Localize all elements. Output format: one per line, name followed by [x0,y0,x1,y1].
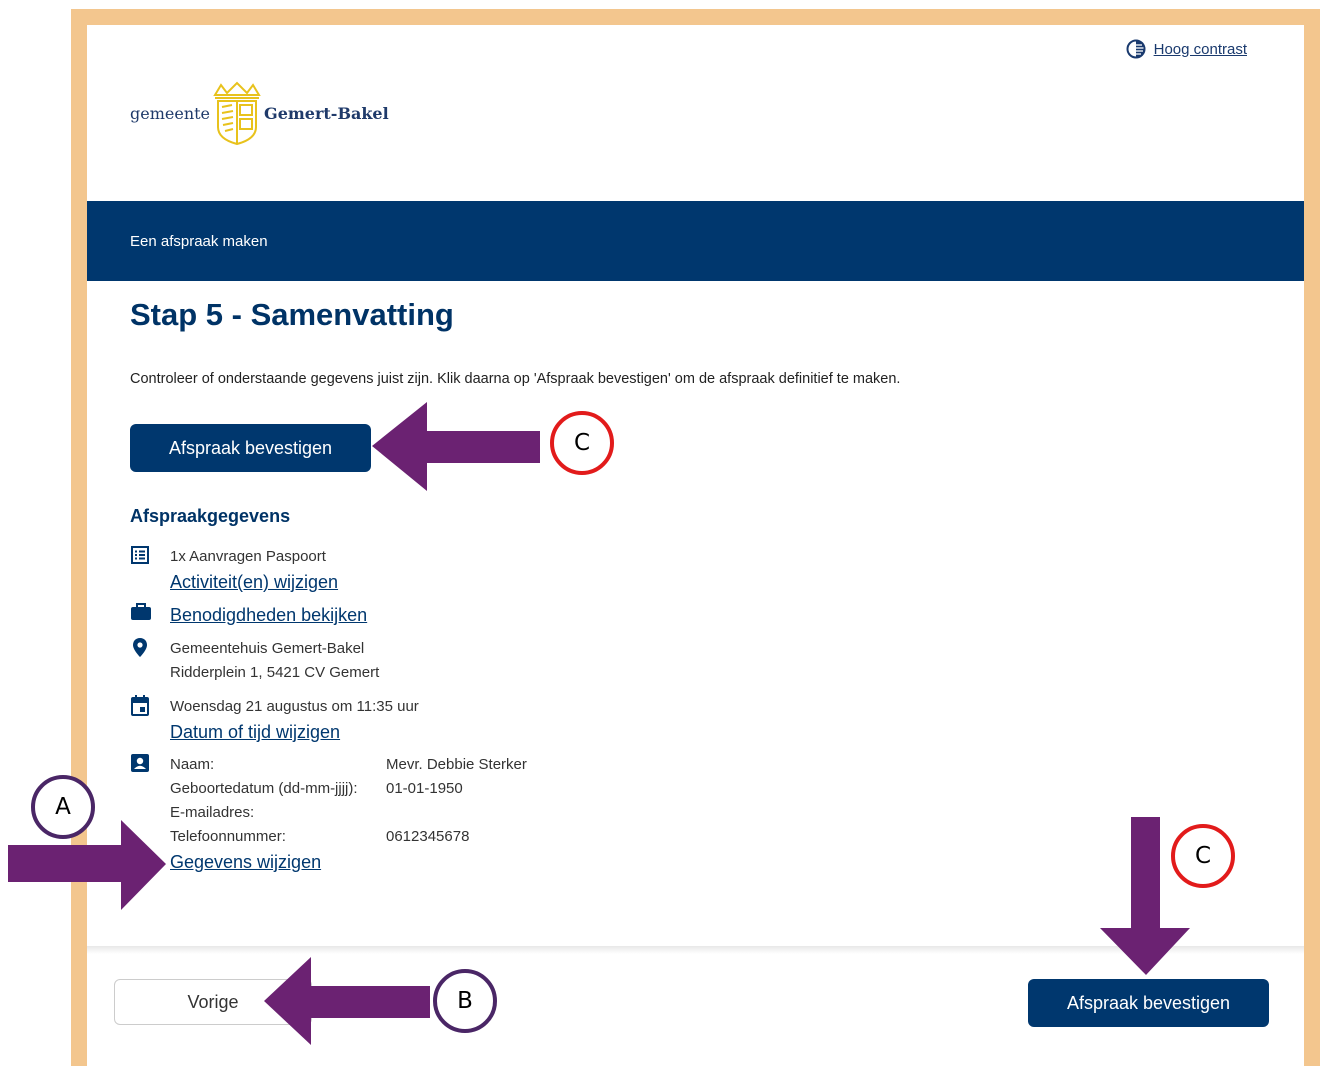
arrow-to-details-link [8,820,166,910]
annotation-c-top: C [550,411,614,475]
annotation-arrows [8,402,1190,1045]
annotation-b: B [433,969,497,1033]
arrow-to-previous-button [264,957,430,1045]
annotation-a: A [31,775,95,839]
annotation-c-bottom: C [1171,824,1235,888]
arrow-to-confirm-button [372,402,540,491]
